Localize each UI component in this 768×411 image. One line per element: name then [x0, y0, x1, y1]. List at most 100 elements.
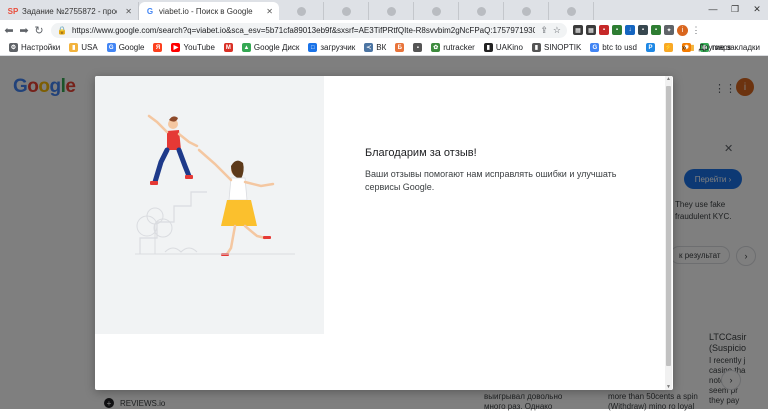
tab-favicon-icon: [476, 6, 486, 16]
minimize-button[interactable]: —: [702, 0, 724, 18]
bookmark-item[interactable]: □ загрузчик: [308, 43, 355, 52]
star-icon[interactable]: ☆: [553, 25, 561, 36]
address-bar[interactable]: 🔒 https://www.google.com/search?q=viabet…: [51, 22, 567, 38]
bookmark-label: Google Диск: [253, 43, 300, 52]
scroll-up-arrow-icon[interactable]: ▲: [665, 76, 672, 82]
tab-favicon-icon: [341, 6, 351, 16]
extension-icon[interactable]: ▪: [638, 25, 648, 35]
yandex-icon: Я: [153, 43, 163, 52]
tab-background[interactable]: [414, 2, 459, 20]
feedback-dialog: Благодарим за отзыв! Ваши отзывы помогаю…: [95, 76, 673, 390]
bookmark-item[interactable]: ⚡: [663, 43, 673, 52]
bookmark-item[interactable]: ⚙ Настройки: [9, 43, 60, 52]
bookmark-item[interactable]: Gbtc to usd: [590, 43, 637, 52]
browser-toolbar: ⬅ ➡ ↻ 🔒 https://www.google.com/search?q=…: [0, 20, 768, 40]
tab-strip: SP Задание №2755872 - просмотр з ✕ G via…: [0, 0, 768, 20]
bookmark-item[interactable]: ▮ USA: [69, 43, 98, 52]
tab-background[interactable]: [369, 2, 414, 20]
bookmark-label: YouTube: [183, 43, 215, 52]
tab-favicon-icon: [521, 6, 531, 16]
download-icon[interactable]: ↓: [625, 25, 635, 35]
bookmark-item[interactable]: ▪: [413, 43, 423, 52]
tab-favicon-icon: [386, 6, 396, 16]
close-tab-icon[interactable]: ✕: [266, 7, 273, 16]
extension-icon[interactable]: ▪: [599, 25, 609, 35]
folder-icon: ▮: [690, 43, 695, 52]
rutracker-icon: ✿: [431, 43, 441, 52]
extension-icon[interactable]: ▪: [612, 25, 622, 35]
bookmarks-bar: ⚙ Настройки ▮ USA G Google Я ▶ YouTube M ▲ Google Д…: [0, 40, 768, 56]
tab-task[interactable]: SP Задание №2755872 - просмотр з ✕: [2, 2, 139, 20]
tab-background[interactable]: [324, 2, 369, 20]
google-icon: G: [590, 43, 600, 52]
google-icon: G: [106, 43, 116, 52]
bookmark-item[interactable]: G Google: [106, 43, 145, 52]
folder-icon: ▮: [69, 43, 79, 52]
share-icon[interactable]: ⇪: [540, 25, 548, 36]
extension-icon[interactable]: ▪: [651, 25, 661, 35]
p-icon: P: [645, 43, 655, 52]
tab-background[interactable]: [549, 2, 594, 20]
youtube-icon: ▶: [171, 43, 181, 52]
maximize-button[interactable]: ❐: [724, 0, 746, 18]
thank-you-illustration: [95, 76, 324, 334]
bookmark-item[interactable]: ✿ rutracker: [431, 43, 475, 52]
back-arrow-icon[interactable]: ⬅: [3, 23, 15, 37]
puzzle-icon[interactable]: ✦: [664, 25, 674, 35]
close-window-button[interactable]: ✕: [746, 0, 768, 18]
url-text[interactable]: https://www.google.com/search?q=viabet.i…: [72, 26, 535, 35]
dialog-message: Ваши отзывы помогают нам исправлять ошиб…: [365, 169, 617, 192]
menu-dots-icon[interactable]: ⋮: [691, 25, 701, 35]
window-controls: — ❐ ✕: [702, 0, 768, 18]
bookmark-item[interactable]: ▮ SINOPTIK: [531, 43, 582, 52]
scroll-down-arrow-icon[interactable]: ▼: [665, 384, 672, 390]
reload-icon[interactable]: ↻: [33, 23, 45, 37]
gmail-icon: M: [223, 43, 233, 52]
drive-icon: ▲: [241, 43, 251, 52]
bookmark-label: загрузчик: [320, 43, 356, 52]
downloader-icon: □: [308, 43, 318, 52]
dialog-title: Благодарим за отзыв!: [365, 147, 477, 159]
bookmark-label: Настройки: [21, 43, 61, 52]
tab-background[interactable]: [504, 2, 549, 20]
bookmark-label: UAKino: [495, 43, 523, 52]
bookmark-item[interactable]: Б: [395, 43, 405, 52]
lock-icon[interactable]: 🔒: [57, 26, 67, 35]
bookmark-item[interactable]: ≺ ВК: [364, 43, 386, 52]
sinoptik-icon: ▮: [531, 43, 541, 52]
extensions-area: ▦ ▦ ▪ ▪ ↓ ▪ ▪ ✦ i ⋮: [573, 24, 701, 36]
bookmark-icon-red: Б: [395, 43, 405, 52]
extension-icon[interactable]: ▦: [573, 25, 583, 35]
bookmark-label: SINOPTIK: [543, 43, 582, 52]
forward-arrow-icon[interactable]: ➡: [18, 23, 30, 37]
bookmark-item[interactable]: Я: [153, 43, 163, 52]
bookmarks-more-label: Другие закладки: [698, 43, 760, 52]
gear-icon: ⚙: [9, 43, 18, 52]
tab-favicon-icon: [296, 6, 306, 16]
bookmark-label: Google: [118, 43, 145, 52]
bookmark-item[interactable]: ▶ YouTube: [171, 43, 215, 52]
scrollbar-thumb[interactable]: [666, 86, 671, 366]
google-icon: G: [146, 6, 154, 16]
vk-icon: ≺: [364, 43, 374, 52]
tab-label: viabet.io - Поиск в Google: [159, 6, 253, 16]
tab-background[interactable]: [279, 2, 324, 20]
tab-favicon-icon: [566, 6, 576, 16]
bookmark-label: ВК: [376, 43, 387, 52]
tab-google-search[interactable]: G viabet.io - Поиск в Google ✕: [139, 2, 279, 20]
bookmark-item[interactable]: P: [645, 43, 655, 52]
bookmark-item[interactable]: ▮ UAKino: [483, 43, 523, 52]
tab-label: Задание №2755872 - просмотр з: [22, 6, 117, 16]
bookmarks-more[interactable]: » ▮ Другие закладки: [682, 43, 760, 52]
bookmark-icon-dark: ▪: [413, 43, 423, 52]
chevron-right-icon: »: [681, 43, 687, 52]
extension-icon[interactable]: ▦: [586, 25, 596, 35]
profile-avatar[interactable]: i: [677, 24, 688, 36]
sp-icon: SP: [7, 6, 19, 16]
tab-background[interactable]: [459, 2, 504, 20]
close-tab-icon[interactable]: ✕: [125, 7, 132, 16]
bookmark-label: btc to usd: [602, 43, 637, 52]
bookmark-item[interactable]: ▲ Google Диск: [241, 43, 300, 52]
lightning-icon: ⚡: [663, 43, 673, 52]
bookmark-item[interactable]: M: [223, 43, 233, 52]
